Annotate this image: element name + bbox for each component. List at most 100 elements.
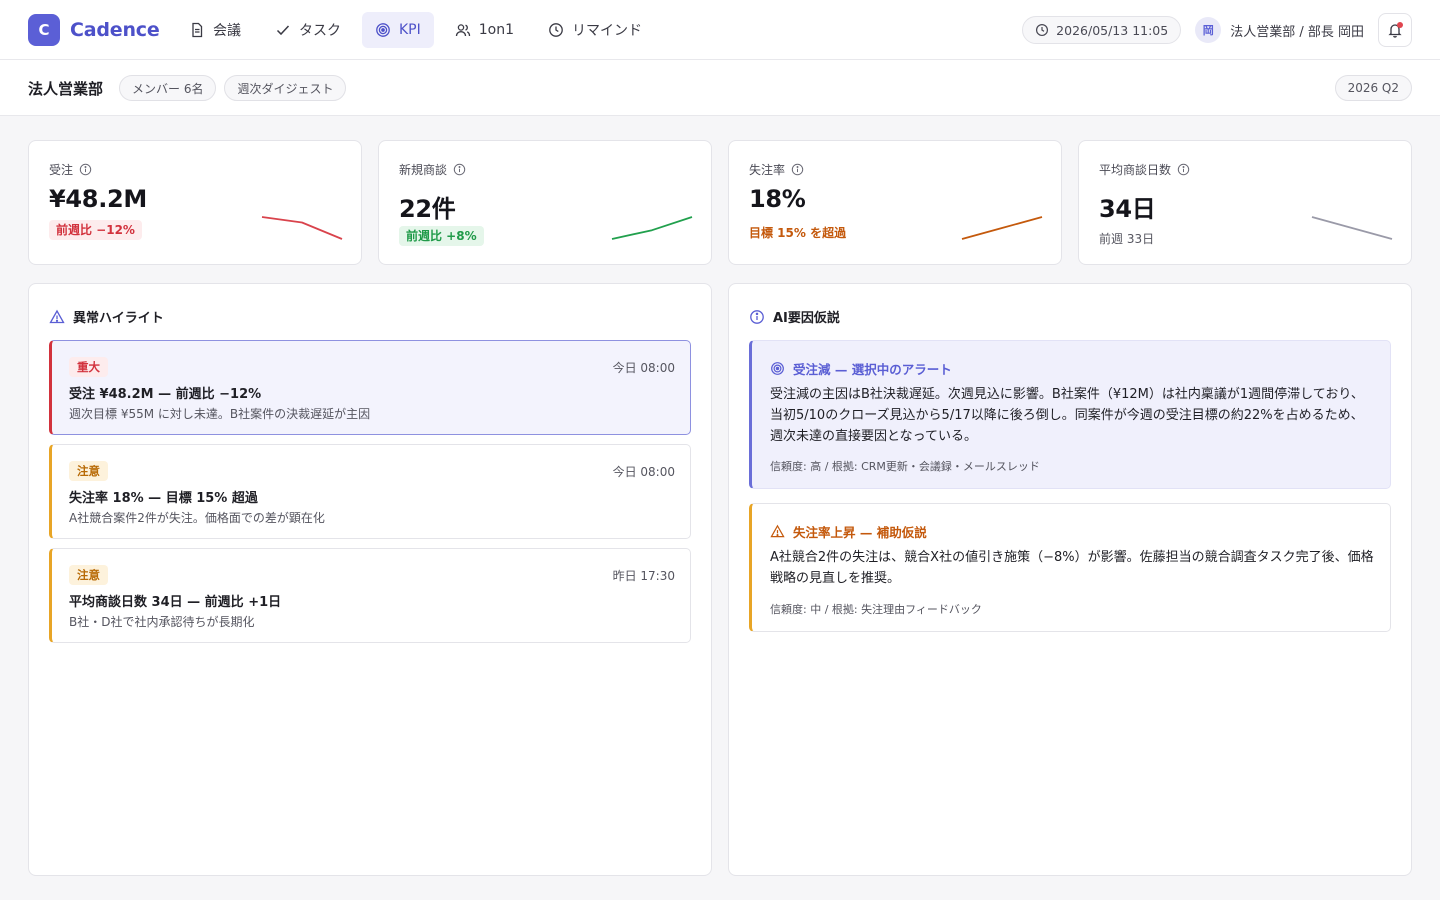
alert-time: 今日 08:00	[612, 361, 675, 375]
kpi-value: 34日	[1099, 195, 1156, 223]
kpi-card-avg-deal-days[interactable]: 平均商談日数 34日 前週 33日	[1078, 140, 1412, 265]
target-icon	[771, 362, 784, 375]
members-pill[interactable]: メンバー 6名	[119, 75, 217, 101]
alert-description: 週次目標 ¥55M に対し未達。B社案件の決裁遅延が主因	[69, 407, 371, 421]
hypothesis-card-secondary[interactable]: 失注率上昇 — 補助仮説 A社競合2件の失注は、競合X社の値引き施策（−8%）が…	[749, 503, 1391, 632]
alert-description: B社・D社で社内承認待ちが長期化	[69, 615, 255, 629]
notification-dot	[1397, 22, 1403, 28]
kpi-label: 新規商談	[399, 161, 466, 178]
kpi-label: 受注	[49, 161, 92, 178]
current-datetime: 2026/05/13 11:05	[1022, 16, 1182, 44]
sparkline-path	[1311, 216, 1393, 240]
people-icon	[455, 24, 470, 37]
alert-title: 受注 ¥48.2M — 前週比 −12%	[69, 387, 262, 402]
nav-item-kpi[interactable]: KPI	[362, 12, 434, 48]
severity-badge: 重大	[69, 357, 108, 377]
target-icon	[376, 23, 390, 37]
sparkline	[611, 216, 693, 240]
clock-icon	[549, 23, 563, 37]
alert-time: 昨日 17:30	[612, 569, 675, 583]
kpi-label-text: 受注	[49, 163, 74, 177]
kpi-label: 失注率	[749, 161, 804, 178]
sub-header: 法人営業部 メンバー 6名 週次ダイジェスト 2026 Q2	[0, 60, 1440, 116]
kpi-change: 目標 15% を超過	[749, 226, 847, 240]
logo-mark: C	[28, 14, 60, 46]
app-name: Cadence	[70, 19, 160, 41]
user-label: 法人営業部 / 部長 岡田	[1230, 24, 1364, 40]
panel-title: 異常ハイライト	[49, 307, 164, 326]
main-nav: 会議 タスク KPI 1on1 リマインド	[176, 12, 655, 48]
sparkline-path	[611, 216, 693, 240]
kpi-label-text: 新規商談	[399, 163, 448, 177]
warning-icon	[49, 309, 65, 323]
sparkline-path	[961, 216, 1043, 240]
avatar: 岡	[1195, 17, 1222, 43]
alert-title: 失注率 18% — 目標 15% 超過	[69, 491, 258, 506]
kpi-cards: 受注 ¥48.2M 前週比 −12% 新規商談 22件 前週比 +8% 失注率 …	[28, 140, 1412, 265]
hypothesis-meta: 信頼度: 高 / 根拠: CRM更新・会議録・メールスレッド	[770, 460, 1040, 473]
hypothesis-heading: 受注減 — 選択中のアラート	[770, 359, 952, 378]
hypothesis-heading-text: 失注率上昇 — 補助仮説	[793, 525, 927, 540]
kpi-value: 22件	[399, 195, 456, 223]
warning-icon	[770, 524, 785, 538]
nav-item-label: 会議	[213, 23, 241, 39]
info-icon[interactable]	[791, 163, 804, 176]
app-logo[interactable]: C Cadence	[28, 14, 160, 46]
nav-item-tasks[interactable]: タスク	[262, 12, 354, 48]
alert-card-deal-days[interactable]: 注意 昨日 17:30 平均商談日数 34日 — 前週比 +1日 B社・D社で社…	[49, 548, 691, 643]
severity-badge: 注意	[69, 461, 108, 481]
hypothesis-body: A社競合2件の失注は、競合X社の値引き施策（−8%）が影響。佐藤担当の競合調査タ…	[770, 550, 1374, 586]
nav-item-label: 1on1	[478, 22, 515, 38]
department-title: 法人営業部	[28, 80, 104, 98]
kpi-label-text: 失注率	[749, 163, 786, 177]
ai-hypothesis-panel: AI要因仮説 受注減 — 選択中のアラート 受注減の主因はB社決裁遅延。次週見込…	[728, 283, 1412, 876]
kpi-card-orders[interactable]: 受注 ¥48.2M 前週比 −12%	[28, 140, 362, 265]
alert-description: A社競合案件2件が失注。価格面での差が顕在化	[69, 511, 325, 525]
quarter-pill[interactable]: 2026 Q2	[1334, 75, 1412, 101]
hypothesis-heading-text: 受注減 — 選択中のアラート	[793, 362, 952, 377]
kpi-card-new-deals[interactable]: 新規商談 22件 前週比 +8%	[378, 140, 712, 265]
kpi-label: 平均商談日数	[1099, 161, 1190, 178]
header-right: 2026/05/13 11:05 岡 法人営業部 / 部長 岡田	[1022, 13, 1412, 47]
alert-title: 平均商談日数 34日 — 前週比 +1日	[69, 595, 282, 610]
sparkline	[961, 216, 1043, 240]
clock-icon	[1036, 23, 1049, 37]
nav-item-meetings[interactable]: 会議	[176, 12, 254, 48]
alert-time: 今日 08:00	[612, 465, 675, 479]
hypothesis-heading: 失注率上昇 — 補助仮説	[770, 522, 927, 541]
info-icon[interactable]	[1177, 163, 1190, 176]
sparkline	[1311, 216, 1393, 240]
kpi-card-loss-rate[interactable]: 失注率 18% 目標 15% を超過	[728, 140, 1062, 265]
info-icon[interactable]	[453, 163, 466, 176]
panel-title-text: AI要因仮説	[773, 311, 840, 326]
notifications-button[interactable]	[1378, 13, 1412, 47]
kpi-value: 18%	[749, 185, 806, 213]
top-navigation-bar: C Cadence 会議 タスク KPI 1on1 リマインド 2026/05/…	[0, 0, 1440, 60]
panel-title-text: 異常ハイライト	[73, 311, 164, 326]
nav-item-1on1[interactable]: 1on1	[442, 12, 527, 48]
kpi-change: 前週比 −12%	[49, 220, 142, 240]
sparkline	[261, 216, 343, 240]
nav-item-label: KPI	[399, 22, 421, 38]
datetime-text: 2026/05/13 11:05	[1056, 22, 1169, 38]
info-icon[interactable]	[79, 163, 92, 176]
nav-item-label: リマインド	[572, 23, 643, 39]
sparkline-path	[261, 216, 343, 240]
check-icon	[276, 25, 290, 36]
kpi-change: 前週比 +8%	[399, 226, 484, 246]
kpi-change: 前週 33日	[1099, 232, 1155, 246]
hypothesis-meta: 信頼度: 中 / 根拠: 失注理由フィードバック	[770, 603, 982, 616]
hypothesis-body: 受注減の主因はB社決裁遅延。次週見込に影響。B社案件（¥12M）は社内稟議が1週…	[770, 387, 1364, 444]
digest-pill[interactable]: 週次ダイジェスト	[224, 75, 347, 101]
nav-item-label: タスク	[299, 23, 341, 39]
hypothesis-card-primary[interactable]: 受注減 — 選択中のアラート 受注減の主因はB社決裁遅延。次週見込に影響。B社案…	[749, 340, 1391, 489]
kpi-value: ¥48.2M	[49, 185, 147, 213]
change-badge: 前週比 +8%	[399, 226, 484, 246]
change-badge: 前週比 −12%	[49, 220, 142, 240]
alert-card-loss-rate[interactable]: 注意 今日 08:00 失注率 18% — 目標 15% 超過 A社競合案件2件…	[49, 444, 691, 539]
anomaly-panel: 異常ハイライト 重大 今日 08:00 受注 ¥48.2M — 前週比 −12%…	[28, 283, 712, 876]
nav-item-reminders[interactable]: リマインド	[535, 12, 655, 48]
user-menu[interactable]: 岡 法人営業部 / 部長 岡田	[1195, 17, 1364, 43]
alert-card-orders[interactable]: 重大 今日 08:00 受注 ¥48.2M — 前週比 −12% 週次目標 ¥5…	[49, 340, 691, 435]
kpi-label-text: 平均商談日数	[1099, 163, 1172, 177]
